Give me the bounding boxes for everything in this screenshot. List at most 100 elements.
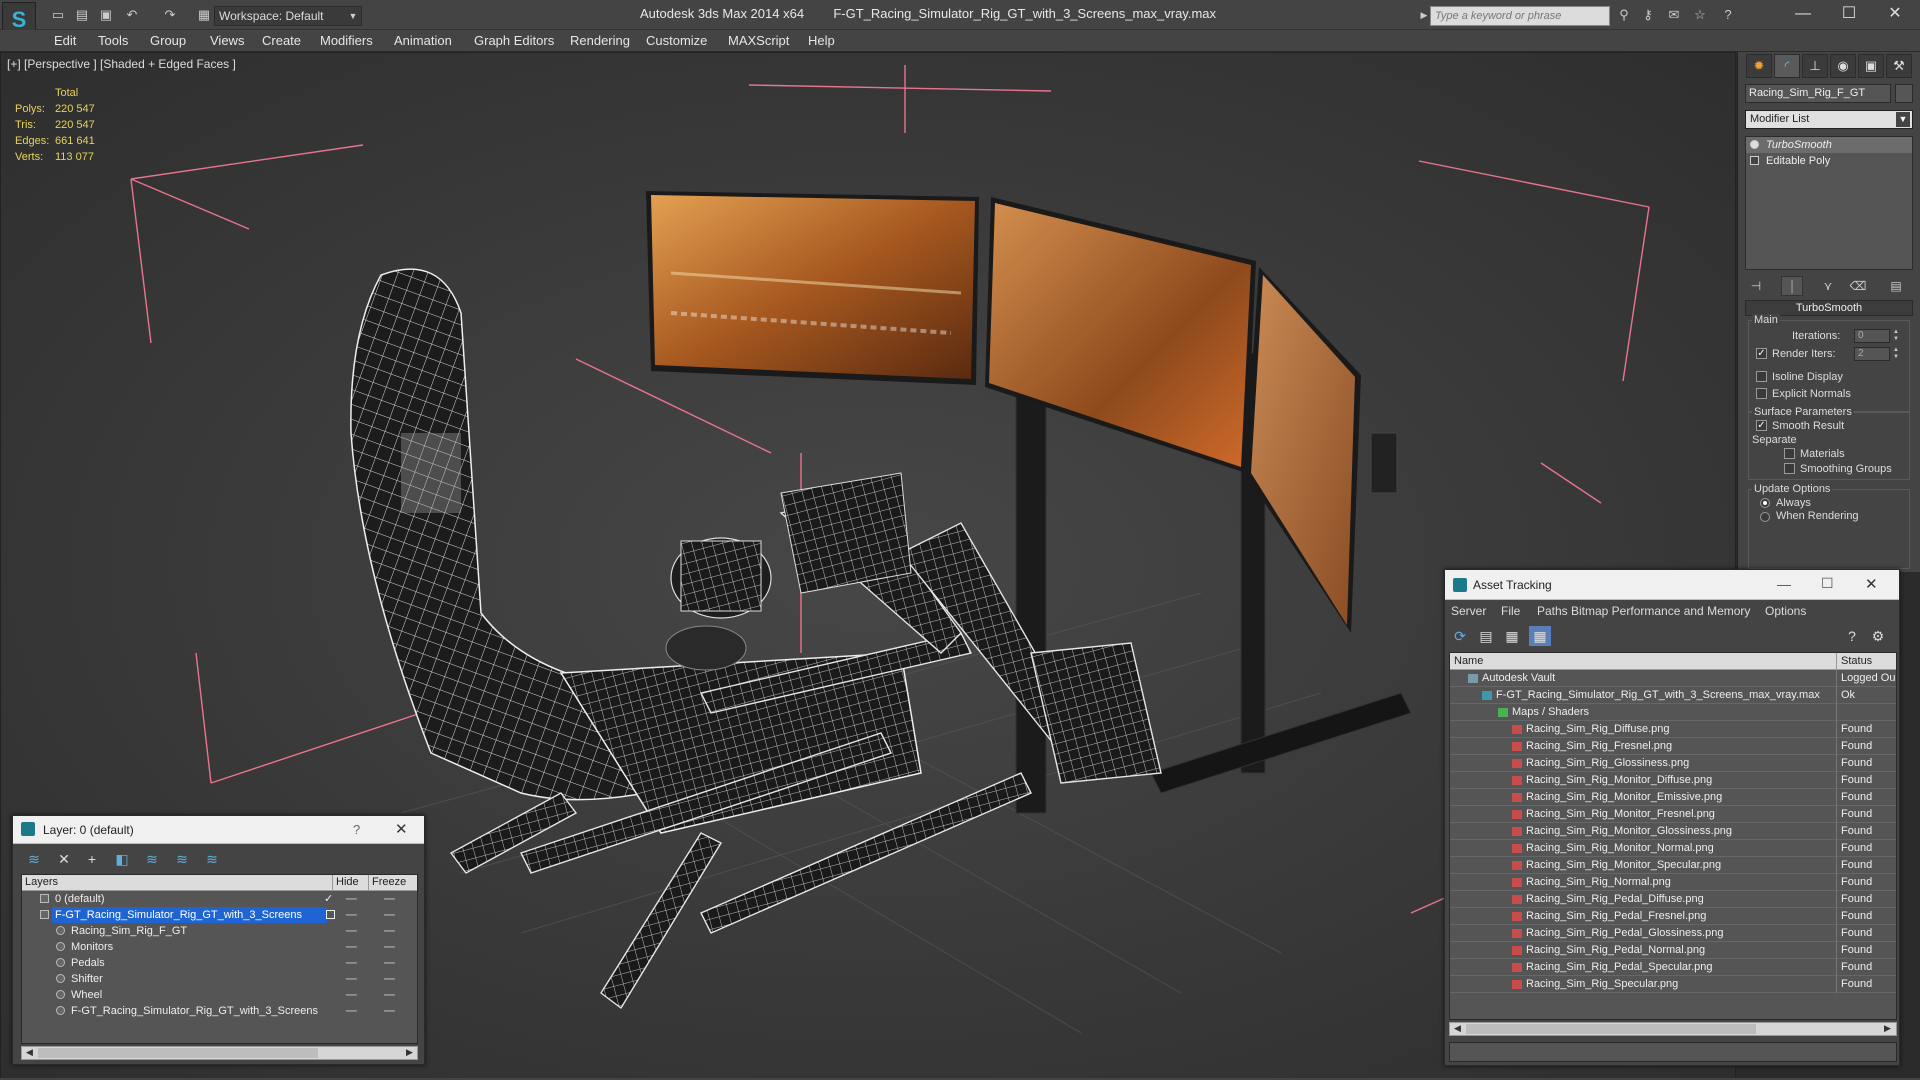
add-layer-icon[interactable]: + <box>81 849 103 869</box>
menu-tools[interactable]: Tools <box>98 33 128 48</box>
asset-menu-bitmap-performance[interactable]: Bitmap Performance and Memory <box>1571 604 1750 618</box>
layer-explorer-title-bar[interactable]: Layer: 0 (default) ? ✕ <box>13 816 424 844</box>
refresh-icon[interactable]: ⟳ <box>1449 626 1471 646</box>
project-folder-icon[interactable]: ▦ <box>194 6 214 24</box>
layer-row[interactable]: F-GT_Racing_Simulator_Rig_GT_with_3_Scre… <box>22 907 417 923</box>
column-freeze[interactable]: Freeze <box>368 875 418 891</box>
motion-tab-icon[interactable]: ◉ <box>1830 54 1856 78</box>
scroll-right-icon[interactable]: ▶ <box>1884 1023 1891 1034</box>
make-unique-icon[interactable]: ⋎ <box>1817 276 1839 296</box>
asset-row[interactable]: Maps / Shaders <box>1450 704 1896 721</box>
modifier-list-dropdown[interactable]: Modifier List ▼ <box>1745 110 1913 129</box>
horizontal-scrollbar[interactable]: ◀ ▶ <box>1449 1022 1897 1036</box>
utilities-tab-icon[interactable]: ⚒ <box>1886 54 1912 78</box>
asset-row[interactable]: Racing_Sim_Rig_Monitor_Specular.png Foun… <box>1450 857 1896 874</box>
hide-toggle[interactable]: ━━ <box>346 891 357 907</box>
scrollbar-thumb[interactable] <box>1466 1024 1756 1034</box>
isoline-display-checkbox[interactable] <box>1756 371 1767 382</box>
freeze-toggle[interactable]: ━━ <box>384 1003 395 1019</box>
layer-row[interactable]: 0 (default) ✓ ━━ ━━ <box>22 891 417 907</box>
expand-plus-icon[interactable] <box>1750 156 1759 165</box>
layer-row[interactable]: Monitors ━━ ━━ <box>22 939 417 955</box>
modify-tab-icon[interactable]: ◜ <box>1774 54 1800 78</box>
maximize-icon[interactable]: ☐ <box>1821 575 1834 592</box>
freeze-toggle[interactable]: ━━ <box>384 891 395 907</box>
pin-stack-icon[interactable]: ⊣ <box>1745 276 1767 296</box>
asset-tracking-title-bar[interactable]: Asset Tracking — ☐ ✕ <box>1445 570 1899 600</box>
object-name-field[interactable]: Racing_Sim_Rig_F_GT <box>1745 84 1891 103</box>
menu-create[interactable]: Create <box>262 33 301 48</box>
asset-menu-server[interactable]: Server <box>1451 604 1486 618</box>
table-view-icon[interactable]: ▦ <box>1529 626 1551 646</box>
menu-customize[interactable]: Customize <box>646 33 707 48</box>
viewport-label[interactable]: [+] [Perspective ] [Shaded + Edged Faces… <box>7 57 236 71</box>
search-input[interactable]: Type a keyword or phrase <box>1430 6 1610 26</box>
asset-row[interactable]: F-GT_Racing_Simulator_Rig_GT_with_3_Scre… <box>1450 687 1896 704</box>
when-rendering-radio[interactable] <box>1760 512 1770 522</box>
asset-row[interactable]: Racing_Sim_Rig_Pedal_Specular.png Found <box>1450 959 1896 976</box>
create-tab-icon[interactable]: ✹ <box>1746 54 1772 78</box>
remove-modifier-icon[interactable]: ⌫ <box>1847 276 1869 296</box>
asset-row[interactable]: Racing_Sim_Rig_Pedal_Glossiness.png Foun… <box>1450 925 1896 942</box>
column-layers[interactable]: Layers <box>22 875 58 891</box>
spinner-arrows-icon[interactable]: ▲ ▼ <box>1892 347 1900 361</box>
display-tab-icon[interactable]: ▣ <box>1858 54 1884 78</box>
column-name[interactable]: Name <box>1454 653 1483 669</box>
horizontal-scrollbar[interactable]: ◀ ▶ <box>21 1046 418 1060</box>
asset-row[interactable]: Racing_Sim_Rig_Glossiness.png Found <box>1450 755 1896 772</box>
undo-icon[interactable]: ↶ <box>122 6 142 24</box>
smooth-result-checkbox[interactable]: ✓ <box>1756 420 1767 431</box>
subscription-icon[interactable]: ⚷ <box>1638 6 1658 24</box>
minimize-icon[interactable]: — <box>1777 576 1791 592</box>
asset-row[interactable]: Racing_Sim_Rig_Pedal_Fresnel.png Found <box>1450 908 1896 925</box>
asset-row[interactable]: Racing_Sim_Rig_Monitor_Normal.png Found <box>1450 840 1896 857</box>
layer-row[interactable]: F-GT_Racing_Simulator_Rig_GT_with_3_Scre… <box>22 1003 417 1019</box>
menu-graph-editors[interactable]: Graph Editors <box>474 33 554 48</box>
object-color-swatch[interactable] <box>1895 84 1913 103</box>
spinner-arrows-icon[interactable]: ▲ ▼ <box>1892 329 1900 343</box>
layer-row[interactable]: Wheel ━━ ━━ <box>22 987 417 1003</box>
asset-menu-paths[interactable]: Paths <box>1537 604 1568 618</box>
menu-edit[interactable]: Edit <box>54 33 76 48</box>
render-iters-spinner[interactable]: 2 <box>1854 347 1890 361</box>
freeze-toggle[interactable]: ━━ <box>384 939 395 955</box>
asset-row[interactable]: Racing_Sim_Rig_Monitor_Fresnel.png Found <box>1450 806 1896 823</box>
freeze-toggle[interactable]: ━━ <box>384 987 395 1003</box>
freeze-toggle[interactable]: ━━ <box>384 923 395 939</box>
close-icon[interactable]: ✕ <box>1865 575 1878 593</box>
layers-icon[interactable]: ≋ <box>23 849 45 869</box>
help-icon[interactable]: ? <box>1841 626 1863 646</box>
layer-row[interactable]: Pedals ━━ ━━ <box>22 955 417 971</box>
menu-maxscript[interactable]: MAXScript <box>728 33 789 48</box>
chevron-down-icon[interactable]: ▼ <box>346 6 360 26</box>
close-icon[interactable]: ✕ <box>1872 2 1918 28</box>
materials-checkbox[interactable] <box>1784 448 1795 459</box>
menu-animation[interactable]: Animation <box>394 33 452 48</box>
active-layer-check-icon[interactable]: ✓ <box>324 891 333 907</box>
lightbulb-icon[interactable] <box>1750 140 1759 149</box>
layer-row[interactable]: Shifter ━━ ━━ <box>22 971 417 987</box>
save-icon[interactable]: ▣ <box>96 6 116 24</box>
help-icon[interactable]: ? <box>353 822 360 837</box>
hide-toggle[interactable]: ━━ <box>346 923 357 939</box>
asset-row[interactable]: Racing_Sim_Rig_Pedal_Normal.png Found <box>1450 942 1896 959</box>
column-status[interactable]: Status <box>1836 653 1872 670</box>
asset-row[interactable]: Racing_Sim_Rig_Specular.png Found <box>1450 976 1896 993</box>
hide-toggle[interactable]: ━━ <box>346 939 357 955</box>
settings-icon[interactable]: ⚙ <box>1867 626 1889 646</box>
asset-row[interactable]: Racing_Sim_Rig_Monitor_Diffuse.png Found <box>1450 772 1896 789</box>
close-icon[interactable]: ✕ <box>395 820 408 838</box>
select-objects-icon[interactable]: ◧ <box>111 849 133 869</box>
minimize-icon[interactable]: — <box>1780 2 1826 28</box>
scroll-left-icon[interactable]: ◀ <box>26 1047 33 1058</box>
column-hide[interactable]: Hide <box>332 875 368 891</box>
freeze-all-icon[interactable]: ≋ <box>201 849 223 869</box>
help-icon[interactable]: ? <box>1718 6 1738 24</box>
hide-toggle[interactable]: ━━ <box>346 987 357 1003</box>
highlight-selected-icon[interactable]: ≋ <box>141 849 163 869</box>
render-iters-checkbox[interactable]: ✓ <box>1756 348 1767 359</box>
detail-view-icon[interactable]: ▦ <box>1501 626 1523 646</box>
scroll-right-icon[interactable]: ▶ <box>406 1047 413 1058</box>
explicit-normals-checkbox[interactable] <box>1756 388 1767 399</box>
chevron-down-icon[interactable]: ▼ <box>1896 112 1910 127</box>
